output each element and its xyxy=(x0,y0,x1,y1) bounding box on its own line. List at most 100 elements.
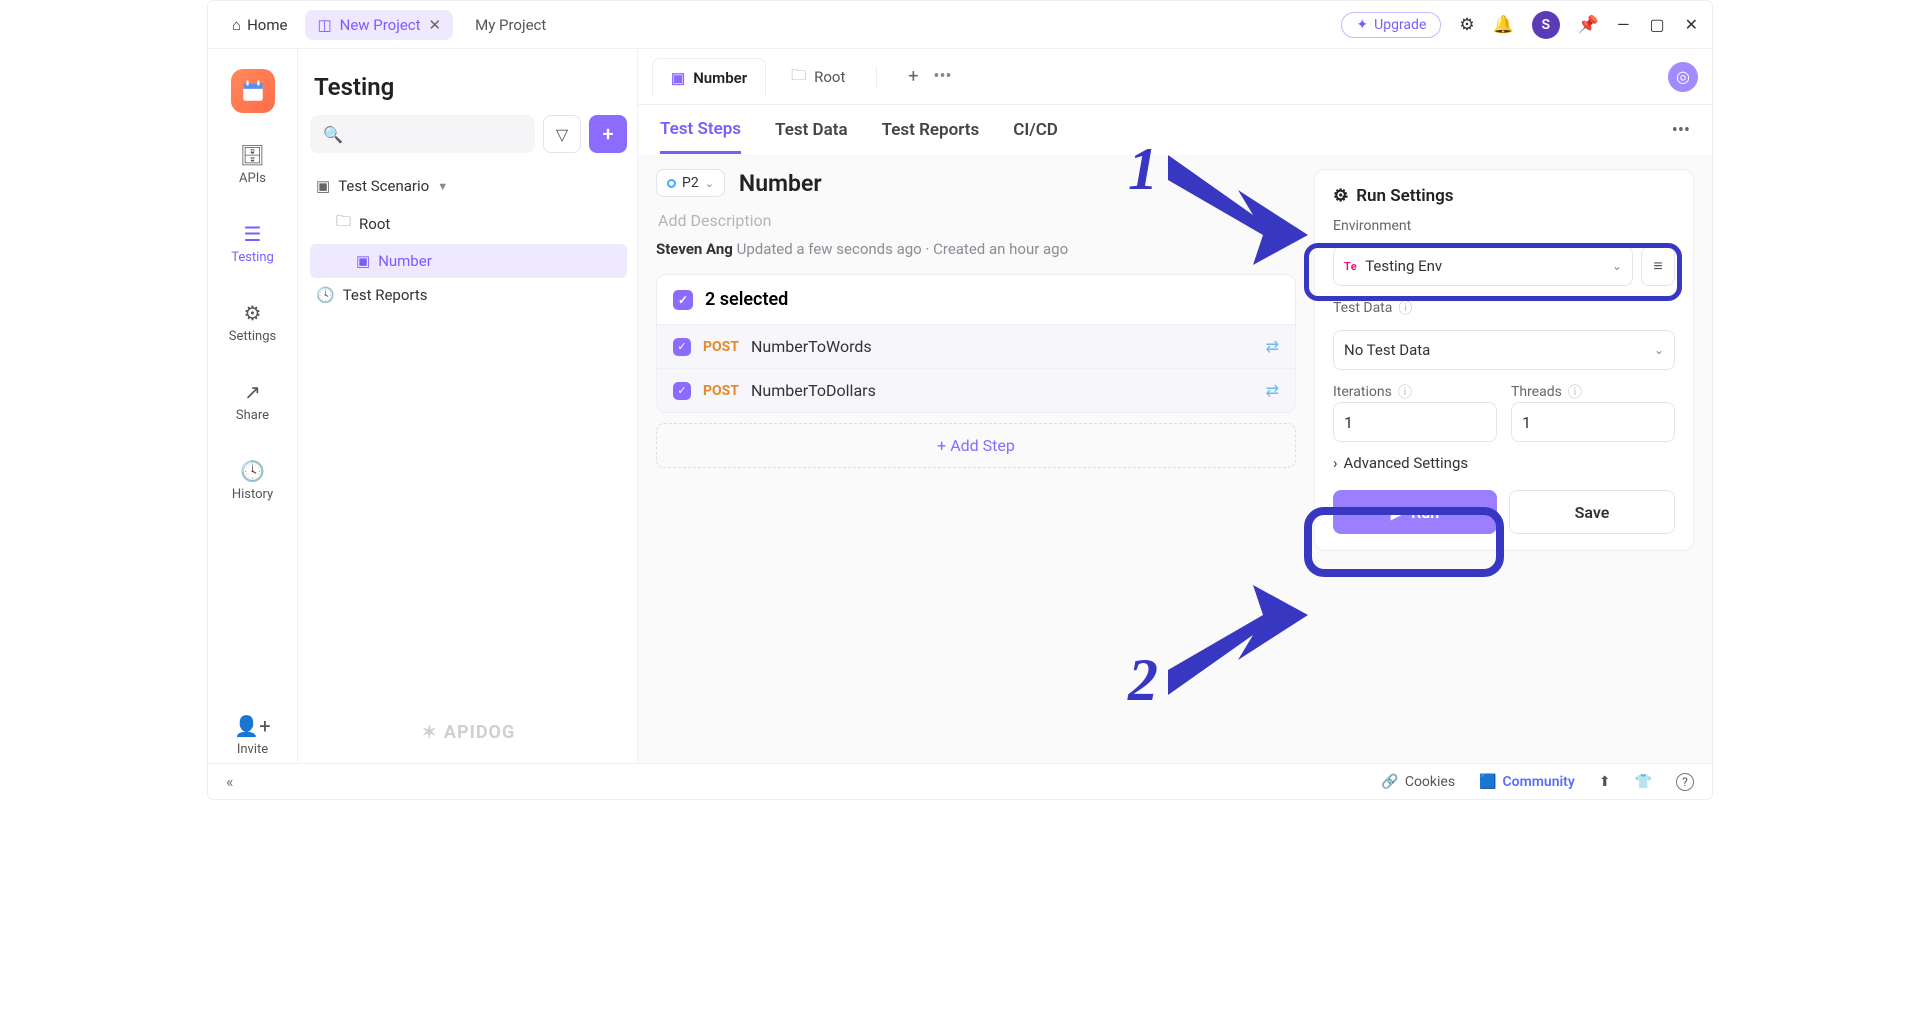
subtab-test-data[interactable]: Test Data xyxy=(775,108,848,152)
run-settings-panel: ⚙̵ Run Settings Environment Te Testing E… xyxy=(1314,169,1694,551)
community-link[interactable]: 🟦Community xyxy=(1479,774,1575,790)
nav-history[interactable]: 🕓 History xyxy=(208,453,297,508)
steps-card: ✓ 2 selected ✓ POST NumberToWords ⇄ ✓ PO… xyxy=(656,274,1296,413)
bell-icon[interactable]: 🔔 xyxy=(1493,15,1514,35)
testing-icon: ☰ xyxy=(244,222,262,246)
nav-invite[interactable]: 👤+ Invite xyxy=(208,708,297,763)
subtab-test-reports[interactable]: Test Reports xyxy=(882,108,980,152)
content-tab-root-label: Root xyxy=(814,68,845,86)
folder-icon: 🗀 xyxy=(336,211,351,236)
search-icon: 🔍 xyxy=(323,125,343,144)
folder-icon: 🗀 xyxy=(791,65,806,90)
tree-scenario[interactable]: ▣ Test Scenario ▼ xyxy=(310,169,627,203)
content-tab-root[interactable]: 🗀 Root xyxy=(772,54,864,100)
nav-settings-label: Settings xyxy=(229,329,276,344)
upload-icon[interactable]: ⬆ xyxy=(1599,774,1611,790)
close-window-icon[interactable]: ✕ xyxy=(1685,15,1698,34)
gear-icon[interactable]: ⚙ xyxy=(1459,15,1474,35)
subtab-cicd[interactable]: CI/CD xyxy=(1013,108,1058,152)
scenario-name[interactable]: Number xyxy=(739,170,822,197)
cookies-link[interactable]: 🔗Cookies xyxy=(1381,774,1455,790)
tab-active-project[interactable]: ◫ New Project ✕ xyxy=(305,10,453,40)
add-button[interactable]: + xyxy=(589,115,627,153)
run-button[interactable]: ▶ Run xyxy=(1333,490,1497,534)
step-row[interactable]: ✓ POST NumberToWords ⇄ xyxy=(657,324,1295,368)
titlebar: ⌂ Home ◫ New Project ✕ My Project ✦ Upgr… xyxy=(208,1,1712,49)
environment-value: Testing Env xyxy=(1365,257,1442,275)
tree-reports[interactable]: 🕓 Test Reports xyxy=(310,278,627,312)
chevron-down-icon: ⌄ xyxy=(705,177,714,190)
project-icon: ◫ xyxy=(317,16,331,34)
content: ▣ Number 🗀 Root + ••• ◎ Test Steps Test … xyxy=(638,49,1712,763)
test-data-select[interactable]: No Test Data ⌄ xyxy=(1333,330,1675,370)
nav-invite-label: Invite xyxy=(237,742,268,757)
tree-root[interactable]: 🗀 Root xyxy=(310,203,627,244)
nav-share[interactable]: ↗ Share xyxy=(208,374,297,429)
tab-other-project[interactable]: My Project xyxy=(461,10,560,40)
caret-down-icon: ▼ xyxy=(437,180,448,193)
tshirt-icon[interactable]: 👕 xyxy=(1635,774,1652,790)
step-checkbox[interactable]: ✓ xyxy=(673,382,691,400)
annotation-number-1: 1 xyxy=(1128,135,1158,204)
annotation-arrow-2: 2 xyxy=(1128,575,1308,715)
discord-icon: 🟦 xyxy=(1479,774,1496,790)
nav-testing-label: Testing xyxy=(231,250,274,265)
iterations-label: Iterations xyxy=(1333,384,1392,400)
test-icon: ▣ xyxy=(671,69,685,87)
content-tab-number[interactable]: ▣ Number xyxy=(652,58,766,97)
help-icon[interactable]: ? xyxy=(1676,773,1694,791)
advanced-settings-toggle[interactable]: › Advanced Settings xyxy=(1333,454,1675,472)
select-all-checkbox[interactable]: ✓ xyxy=(673,290,693,310)
more-button[interactable]: ••• xyxy=(1672,120,1690,141)
nav-settings[interactable]: ⚙ Settings xyxy=(208,295,297,350)
avatar[interactable]: S xyxy=(1532,11,1560,39)
step-name: NumberToWords xyxy=(751,337,1254,356)
minimize-icon[interactable]: — xyxy=(1617,15,1630,34)
pin-icon[interactable]: 📌 xyxy=(1578,15,1599,35)
subtab-test-steps[interactable]: Test Steps xyxy=(660,107,741,154)
chevron-right-icon: › xyxy=(1333,454,1338,472)
add-tab-button[interactable]: + xyxy=(899,66,927,87)
collapse-sidebar-button[interactable]: « xyxy=(226,772,234,791)
cookies-label: Cookies xyxy=(1405,774,1455,790)
help-icon[interactable]: ⓘ xyxy=(1398,382,1412,402)
environment-menu-button[interactable]: ≡ xyxy=(1641,246,1675,286)
upgrade-button[interactable]: ✦ Upgrade xyxy=(1341,12,1441,38)
brand-icon: ✶ xyxy=(422,722,438,743)
search-input[interactable]: 🔍 xyxy=(310,115,535,153)
maximize-icon[interactable]: ▢ xyxy=(1649,15,1664,34)
step-row[interactable]: ✓ POST NumberToDollars ⇄ xyxy=(657,368,1295,412)
step-action-icon[interactable]: ⇄ xyxy=(1266,381,1279,400)
env-switcher-button[interactable]: ◎ xyxy=(1668,62,1698,92)
priority-select[interactable]: P2 ⌄ xyxy=(656,169,725,197)
iterations-input[interactable]: 1 xyxy=(1333,402,1497,442)
scenario-icon: ▣ xyxy=(316,177,330,195)
tab-home[interactable]: ⌂ Home xyxy=(222,10,297,40)
step-checkbox[interactable]: ✓ xyxy=(673,338,691,356)
add-step-button[interactable]: + Add Step xyxy=(656,423,1296,468)
nav-apis[interactable]: 🗄 APIs xyxy=(208,137,297,192)
sparkle-icon: ✦ xyxy=(1356,17,1368,33)
selected-count: 2 selected xyxy=(705,289,788,310)
menu-icon: ≡ xyxy=(1653,256,1662,276)
help-icon[interactable]: ⓘ xyxy=(1568,382,1582,402)
help-icon[interactable]: ⓘ xyxy=(1398,298,1412,318)
created-text: Created an hour ago xyxy=(933,240,1068,258)
filter-button[interactable]: ▽ xyxy=(543,115,581,153)
author-name: Steven Ang xyxy=(656,240,733,258)
environment-select[interactable]: Te Testing Env ⌄ xyxy=(1333,246,1633,286)
threads-input[interactable]: 1 xyxy=(1511,402,1675,442)
tab-overflow-button[interactable]: ••• xyxy=(933,66,951,87)
env-tag: Te xyxy=(1344,260,1357,273)
tree-number[interactable]: ▣ Number xyxy=(310,244,627,278)
tree-number-label: Number xyxy=(378,252,432,270)
nav-testing[interactable]: ☰ Testing xyxy=(208,216,297,271)
close-icon[interactable]: ✕ xyxy=(429,16,442,34)
test-icon: ▣ xyxy=(356,252,370,270)
step-action-icon[interactable]: ⇄ xyxy=(1266,337,1279,356)
app-logo[interactable] xyxy=(231,69,275,113)
filter-icon: ▽ xyxy=(556,125,568,144)
content-tab-number-label: Number xyxy=(693,69,747,87)
save-button[interactable]: Save xyxy=(1509,490,1675,534)
http-method: POST xyxy=(703,339,739,355)
